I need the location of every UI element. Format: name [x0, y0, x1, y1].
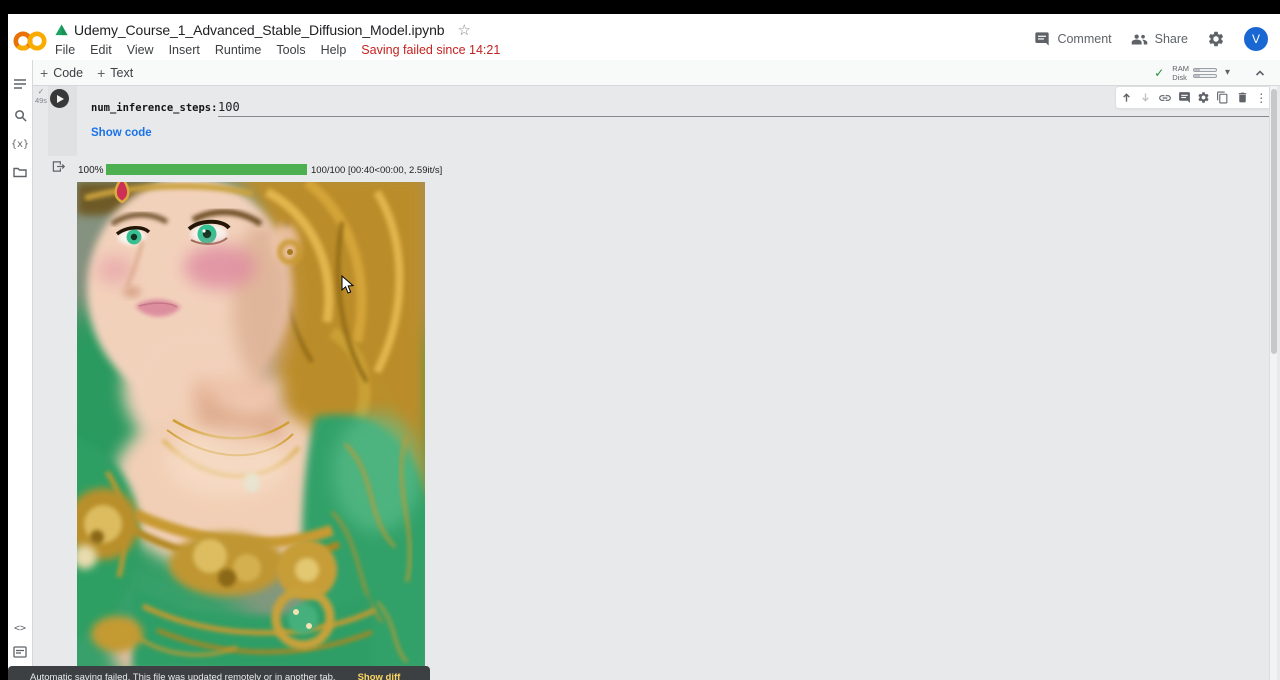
- execution-time: 49s: [34, 96, 48, 105]
- progress-percent: 100%: [78, 165, 104, 176]
- toolbar-right: ✓ RAM Disk ▾: [1154, 60, 1266, 85]
- screen: Udemy_Course_1_Advanced_Stable_Diffusion…: [0, 0, 1280, 680]
- settings-gear-icon[interactable]: [1207, 30, 1225, 48]
- resource-bars: [1193, 68, 1217, 78]
- form-field-label: num_inference_steps:: [91, 102, 217, 114]
- cell-output-icon[interactable]: [52, 160, 65, 173]
- ram-label: RAM: [1172, 64, 1189, 73]
- scrollbar-thumb[interactable]: [1271, 89, 1277, 354]
- show-code-link[interactable]: Show code: [91, 127, 152, 139]
- add-code-label: Code: [53, 66, 83, 80]
- menu-insert[interactable]: Insert: [166, 42, 203, 58]
- chevron-up-icon: [1254, 67, 1266, 79]
- menubar: File Edit View Insert Runtime Tools Help…: [52, 42, 503, 58]
- cell-execution-info: ✓ 49s: [34, 87, 48, 105]
- connected-check-icon: ✓: [1154, 66, 1164, 80]
- num-inference-steps-input[interactable]: [218, 98, 1271, 117]
- run-cell-button[interactable]: [50, 89, 69, 108]
- save-status[interactable]: Saving failed since 14:21: [358, 42, 503, 58]
- menu-edit[interactable]: Edit: [87, 42, 115, 58]
- show-diff-button[interactable]: Show diff: [358, 672, 401, 680]
- execution-check-icon: ✓: [34, 87, 48, 96]
- notebook-toolbar: + Code + Text ✓ RAM Disk: [33, 60, 1280, 86]
- progress-bar: [106, 164, 307, 175]
- move-cell-up-button[interactable]: [1118, 89, 1135, 106]
- comment-icon: [1034, 31, 1050, 47]
- add-comment-button[interactable]: [1176, 89, 1193, 106]
- autosave-failed-toast: Automatic saving failed. This file was u…: [8, 666, 430, 680]
- mirror-cell-button[interactable]: [1214, 89, 1231, 106]
- toolbar-left: + Code + Text: [40, 60, 133, 85]
- search-icon[interactable]: [9, 104, 31, 126]
- share-people-icon: [1131, 32, 1148, 47]
- terminal-icon[interactable]: [9, 641, 31, 663]
- progress-stats: 100/100 [00:40<00:00, 2.59it/s]: [311, 165, 442, 176]
- disk-label: Disk: [1172, 73, 1189, 82]
- left-sidebar: {x} <>: [8, 60, 33, 680]
- progress-bar-fill: [106, 164, 307, 175]
- resources-dropdown-caret[interactable]: ▾: [1225, 67, 1230, 78]
- copy-cell-link-button[interactable]: [1157, 89, 1174, 106]
- comment-label: Comment: [1057, 32, 1111, 46]
- menu-tools[interactable]: Tools: [273, 42, 308, 58]
- scrollbar: [1269, 86, 1277, 680]
- drive-file-icon: [55, 24, 68, 37]
- title-row: Udemy_Course_1_Advanced_Stable_Diffusion…: [55, 21, 471, 39]
- avatar[interactable]: V: [1244, 27, 1268, 51]
- delete-cell-button[interactable]: [1234, 89, 1251, 106]
- disk-usage-bar: [1193, 74, 1217, 78]
- header-actions: Comment Share V: [1034, 27, 1268, 51]
- cell-toolbar: ⋮: [1116, 87, 1272, 108]
- header: Udemy_Course_1_Advanced_Stable_Diffusion…: [8, 14, 1280, 60]
- more-cell-actions-button[interactable]: ⋮: [1253, 89, 1270, 106]
- colab-app: Udemy_Course_1_Advanced_Stable_Diffusion…: [8, 14, 1280, 680]
- menu-file[interactable]: File: [52, 42, 78, 58]
- table-of-contents-icon[interactable]: [9, 73, 31, 95]
- files-icon[interactable]: [9, 161, 31, 183]
- generated-image: [77, 182, 425, 666]
- comment-button[interactable]: Comment: [1034, 31, 1111, 47]
- star-icon[interactable]: ☆: [457, 21, 470, 39]
- menu-help[interactable]: Help: [318, 42, 350, 58]
- ram-usage-bar: [1193, 68, 1217, 72]
- variables-icon[interactable]: {x}: [9, 133, 31, 155]
- editor-settings-button[interactable]: [1195, 89, 1212, 106]
- resource-monitor[interactable]: RAM Disk: [1172, 64, 1217, 82]
- notebook-title[interactable]: Udemy_Course_1_Advanced_Stable_Diffusion…: [74, 22, 444, 38]
- share-label: Share: [1155, 32, 1188, 46]
- menu-runtime[interactable]: Runtime: [212, 42, 265, 58]
- share-button[interactable]: Share: [1131, 32, 1188, 47]
- add-text-button[interactable]: + Text: [97, 66, 133, 80]
- plus-icon: +: [40, 66, 48, 80]
- add-text-label: Text: [110, 66, 133, 80]
- code-snippets-icon[interactable]: <>: [9, 617, 31, 639]
- move-cell-down-button[interactable]: [1137, 89, 1154, 106]
- toast-message: Automatic saving failed. This file was u…: [30, 672, 336, 680]
- menu-view[interactable]: View: [124, 42, 157, 58]
- plus-icon: +: [97, 66, 105, 80]
- add-code-button[interactable]: + Code: [40, 66, 83, 80]
- colab-logo[interactable]: [12, 29, 48, 53]
- collapse-header-button[interactable]: [1254, 67, 1266, 79]
- play-icon: [57, 95, 64, 103]
